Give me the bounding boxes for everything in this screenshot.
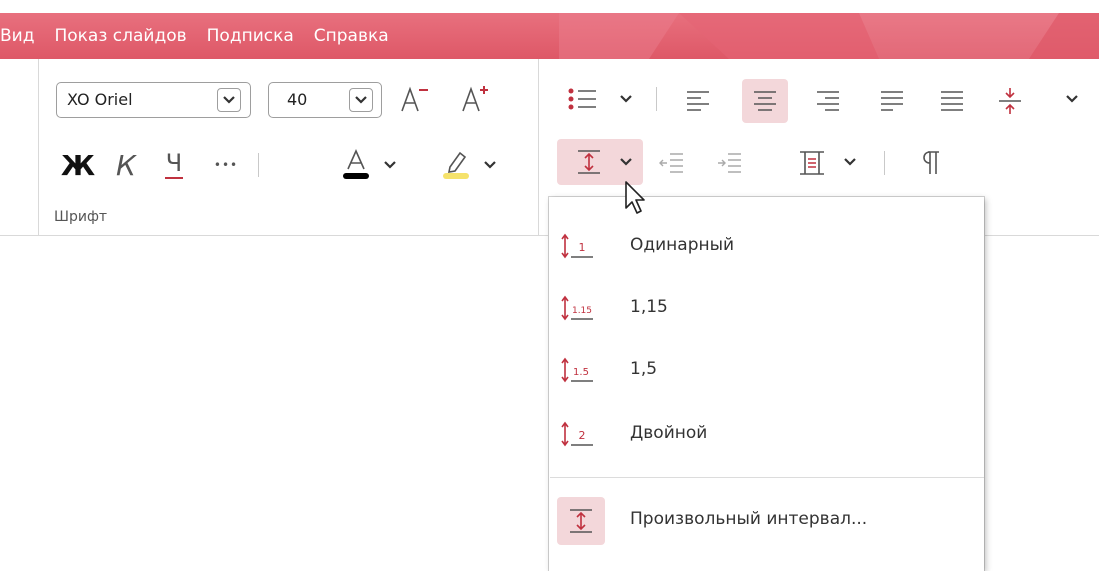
align-right-button[interactable]	[808, 81, 848, 121]
line-spacing-1-5-icon: 1.5	[559, 351, 599, 391]
chevron-down-icon	[1066, 95, 1078, 103]
align-distributed-icon	[941, 91, 963, 111]
paragraph-spacing-icon	[800, 151, 824, 175]
line-spacing-double-label: Двойной	[630, 423, 708, 443]
highlight-button[interactable]	[436, 145, 476, 185]
font-name-value: XO Oriel	[67, 90, 133, 109]
chevron-down-icon	[484, 161, 496, 169]
bullet-list-button[interactable]	[562, 81, 602, 117]
badge-double: 2	[579, 429, 586, 442]
increase-indent-button[interactable]	[710, 143, 750, 183]
menu-bar: Вид Показ слайдов Подписка Справка	[0, 13, 1099, 59]
italic-button[interactable]: К	[108, 147, 144, 183]
underline-label: Ч	[165, 149, 183, 177]
more-label: •••	[213, 158, 239, 172]
paragraph-spacing-button[interactable]	[792, 143, 832, 183]
highlighter-icon	[443, 151, 469, 179]
menu-item-view[interactable]: Вид	[0, 26, 34, 46]
bold-button[interactable]: Ж	[60, 147, 96, 183]
chevron-down-icon	[223, 96, 235, 104]
vertical-align-button[interactable]	[990, 81, 1030, 121]
font-color-icon	[343, 149, 369, 179]
vertical-align-icon	[999, 88, 1021, 114]
increase-font-size-icon	[462, 86, 488, 112]
align-left-button[interactable]	[678, 81, 718, 121]
font-color-button[interactable]	[336, 145, 376, 185]
show-formatting-button[interactable]	[912, 143, 952, 183]
italic-label: К	[116, 148, 136, 182]
group-separator	[538, 59, 539, 235]
line-spacing-1-15-icon: 1.15	[559, 289, 599, 329]
menu-separator	[550, 477, 984, 478]
more-font-options-button[interactable]: •••	[208, 147, 244, 183]
line-spacing-option-1-15[interactable]: 1.15 1,15	[549, 281, 984, 337]
font-color-dropdown[interactable]	[380, 155, 400, 175]
decrease-font-size-button[interactable]	[396, 81, 432, 117]
font-group-label: Шрифт	[54, 209, 108, 225]
highlight-dropdown[interactable]	[480, 155, 500, 175]
vertical-align-dropdown[interactable]	[1062, 89, 1082, 109]
line-spacing-single-icon: 1	[559, 227, 599, 267]
line-spacing-1-15-label: 1,15	[630, 297, 668, 317]
line-spacing-option-double[interactable]: 2 Двойной	[549, 407, 984, 463]
decrease-indent-icon	[659, 153, 683, 173]
chevron-down-icon	[620, 95, 632, 103]
increase-font-size-button[interactable]	[457, 81, 493, 117]
align-center-icon	[754, 91, 776, 111]
font-size-dropdown-button[interactable]	[349, 88, 373, 112]
menubar-decoration	[559, 13, 1099, 59]
chevron-down-icon	[384, 161, 396, 169]
line-spacing-double-icon: 2	[559, 415, 599, 455]
menu-item-subscription[interactable]: Подписка	[207, 26, 294, 46]
toolbar-separator	[884, 151, 885, 175]
line-spacing-icon	[578, 150, 600, 174]
menu-item-help[interactable]: Справка	[314, 26, 389, 46]
font-name-dropdown-button[interactable]	[217, 88, 241, 112]
mouse-cursor-icon	[625, 181, 645, 214]
underline-bar	[165, 177, 183, 179]
line-spacing-menu: 1 Одинарный 1.15 1,15 1.5 1,5 2 Двойной …	[549, 197, 984, 571]
bold-label: Ж	[60, 148, 96, 182]
toolbar-separator	[656, 87, 657, 111]
chevron-down-icon	[620, 158, 632, 166]
line-spacing-option-1-5[interactable]: 1.5 1,5	[549, 343, 984, 399]
toolbar-separator	[258, 153, 259, 177]
bullet-list-dropdown[interactable]	[616, 89, 636, 109]
align-distributed-button[interactable]	[932, 81, 972, 121]
ribbon-left-edge	[38, 59, 39, 235]
chevron-down-icon	[844, 158, 856, 166]
align-justify-button[interactable]	[872, 81, 912, 121]
chevron-down-icon	[355, 96, 367, 104]
menu-item-slideshow[interactable]: Показ слайдов	[54, 26, 186, 46]
increase-indent-icon	[718, 153, 741, 173]
line-spacing-option-single[interactable]: 1 Одинарный	[549, 219, 984, 275]
font-size-value: 40	[287, 90, 308, 109]
align-right-icon	[817, 91, 839, 111]
decrease-indent-button[interactable]	[652, 143, 692, 183]
line-spacing-dropdown[interactable]	[616, 152, 636, 172]
line-spacing-custom-icon	[557, 497, 605, 545]
pilcrow-icon	[923, 151, 939, 174]
align-justify-icon	[881, 91, 903, 111]
line-spacing-option-custom[interactable]: Произвольный интервал...	[549, 493, 984, 549]
badge-1-15: 1.15	[572, 306, 592, 316]
decrease-font-size-icon	[401, 86, 428, 112]
line-spacing-1-5-label: 1,5	[630, 359, 658, 379]
align-center-button[interactable]	[742, 79, 788, 123]
line-spacing-single-label: Одинарный	[630, 235, 735, 255]
badge-1-5: 1.5	[573, 367, 589, 378]
font-name-select[interactable]: XO Oriel	[56, 82, 251, 118]
underline-button[interactable]: Ч	[156, 147, 192, 183]
align-left-icon	[687, 91, 709, 111]
font-size-select[interactable]: 40	[268, 82, 382, 118]
bullet-list-icon	[568, 88, 596, 110]
paragraph-spacing-dropdown[interactable]	[840, 152, 860, 172]
badge-single: 1	[579, 241, 586, 254]
line-spacing-custom-label: Произвольный интервал...	[630, 509, 868, 529]
